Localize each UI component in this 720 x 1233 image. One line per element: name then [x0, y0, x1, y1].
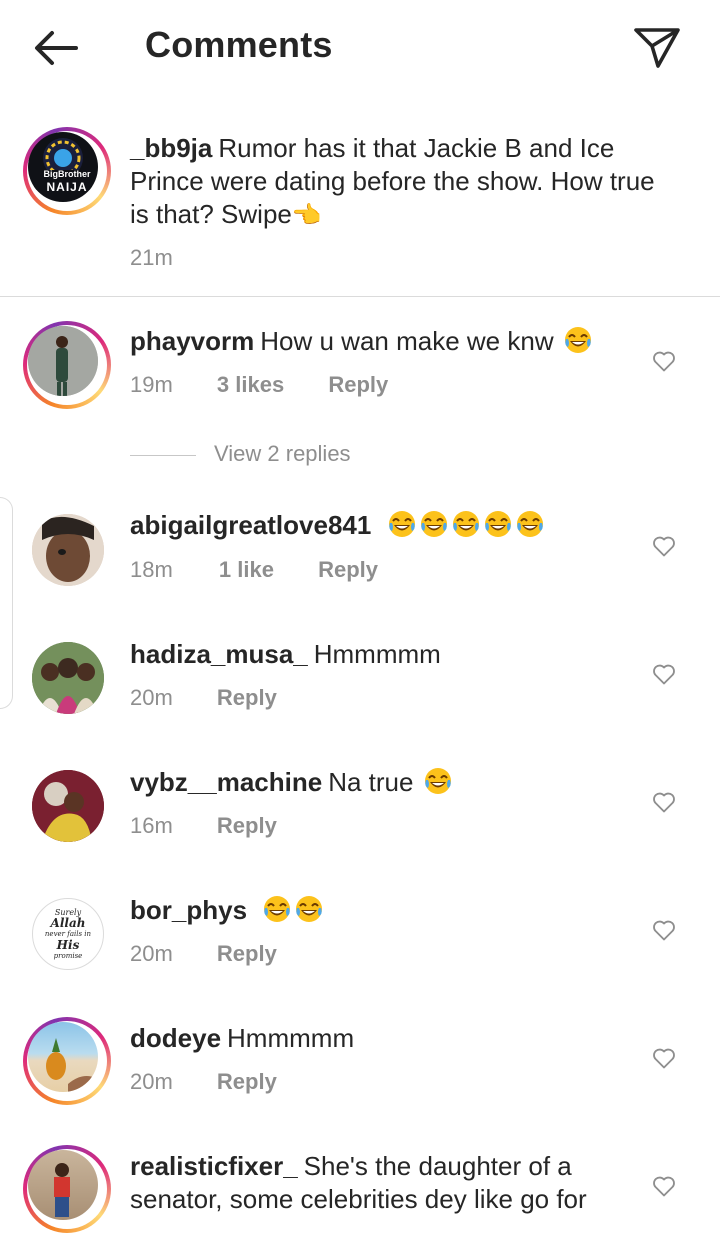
comment-text: phayvorm How u wan make we knw [130, 325, 593, 358]
caption-avatar-text-top: BigBrother [43, 169, 91, 179]
comment-username[interactable]: bor_phys [130, 895, 247, 925]
avatar[interactable] [32, 770, 104, 842]
view-replies-label: View 2 replies [214, 441, 351, 466]
caption-username[interactable]: _bb9ja [130, 133, 212, 163]
comment-meta: 20m Reply [130, 1069, 277, 1095]
comment-time: 20m [130, 1069, 173, 1094]
comment-text: hadiza_musa_ Hmmmmm [130, 638, 441, 671]
comment-username[interactable]: dodeye [130, 1023, 221, 1053]
reply-button[interactable]: Reply [217, 1069, 277, 1095]
comment-text: abigailgreatlove841 [130, 509, 545, 542]
comment-text: vybz__machine Na true [130, 766, 453, 799]
avatar-text-line: Allah [50, 916, 86, 930]
illustration-avatar-icon [32, 770, 104, 842]
reply-button[interactable]: Reply [217, 941, 277, 967]
comment-body: Na true [328, 767, 414, 797]
comment-username[interactable]: realisticfixer_ [130, 1151, 298, 1181]
comment-meta: 20m Reply [130, 685, 277, 711]
avatar-text-line: promise [53, 952, 83, 960]
comment-username[interactable]: hadiza_musa_ [130, 639, 308, 669]
heart-outline-icon[interactable] [652, 1047, 676, 1069]
comment-text: dodeye Hmmmmm [130, 1022, 354, 1055]
comment-likes[interactable]: 3 likes [217, 372, 284, 398]
laughing-emoji-icon [423, 766, 453, 796]
page-title: Comments [145, 24, 333, 65]
comment-time: 20m [130, 685, 173, 710]
heart-outline-icon[interactable] [652, 535, 676, 557]
reply-button[interactable]: Reply [318, 557, 378, 583]
laughing-emoji-icon [262, 894, 292, 924]
comment-meta: 18m 1 like Reply [130, 557, 378, 583]
header-bar: Comments [0, 0, 720, 95]
avatar[interactable] [23, 321, 111, 409]
comment-username[interactable]: vybz__machine [130, 767, 322, 797]
caption-text: _bb9ja Rumor has it that Jackie B and Ice… [130, 132, 670, 232]
group-photo-icon [32, 642, 104, 714]
edge-panel-handle[interactable] [0, 497, 13, 709]
heart-outline-icon[interactable] [652, 663, 676, 685]
divider [0, 296, 720, 297]
laughing-emoji-icon [563, 325, 593, 355]
heart-outline-icon[interactable] [652, 350, 676, 372]
laughing-emoji-icon [515, 509, 545, 539]
caption-meta: 21m [130, 245, 173, 271]
laughing-emoji-icon [387, 509, 417, 539]
avatar[interactable] [23, 1145, 111, 1233]
comment-time: 20m [130, 941, 173, 966]
comment-body: Hmmmmm [227, 1023, 355, 1053]
comment-text: realisticfixer_ She's the daughter of a s… [130, 1150, 640, 1216]
reply-button[interactable]: Reply [328, 372, 388, 398]
paper-plane-icon[interactable] [632, 24, 682, 70]
comment-time: 19m [130, 372, 173, 397]
reply-button[interactable]: Reply [217, 813, 277, 839]
comment-time: 16m [130, 813, 173, 838]
comment-meta: 20m Reply [130, 941, 277, 967]
view-replies-button[interactable]: View 2 replies [130, 441, 351, 469]
person-photo-icon [32, 514, 104, 586]
reply-button[interactable]: Reply [217, 685, 277, 711]
laughing-emoji-icon [483, 509, 513, 539]
comment-text: bor_phys [130, 894, 324, 927]
heart-outline-icon[interactable] [652, 791, 676, 813]
comment-meta: 19m 3 likes Reply [130, 372, 388, 398]
pineapple-photo-icon [46, 1038, 96, 1092]
laughing-emoji-icon [294, 894, 324, 924]
avatar[interactable] [32, 514, 104, 586]
heart-outline-icon[interactable] [652, 1175, 676, 1197]
view-replies-line [130, 454, 196, 456]
avatar[interactable] [32, 642, 104, 714]
pointing-hand-emoji: 👈 [291, 202, 322, 229]
caption-avatar[interactable]: BigBrother NAIJA [23, 127, 111, 215]
comment-time: 18m [130, 557, 173, 582]
avatar[interactable] [23, 1017, 111, 1105]
comment-meta: 16m Reply [130, 813, 277, 839]
avatar-text-line: His [56, 938, 80, 952]
caption-avatar-text-bottom: NAIJA [46, 180, 88, 194]
person-photo-icon [28, 326, 98, 396]
comment-body: Hmmmmm [313, 639, 441, 669]
caption-time: 21m [130, 245, 173, 270]
comment-likes[interactable]: 1 like [219, 557, 274, 583]
avatar[interactable]: Surely Allah never fails in His promise [32, 898, 104, 970]
laughing-emoji-icon [419, 509, 449, 539]
laughing-emoji-icon [451, 509, 481, 539]
heart-outline-icon[interactable] [652, 919, 676, 941]
comment-username[interactable]: phayvorm [130, 326, 254, 356]
back-arrow-icon[interactable] [30, 22, 82, 74]
comment-body: How u wan make we knw [260, 326, 554, 356]
comment-username[interactable]: abigailgreatlove841 [130, 510, 371, 540]
person-photo-icon [54, 1163, 70, 1217]
